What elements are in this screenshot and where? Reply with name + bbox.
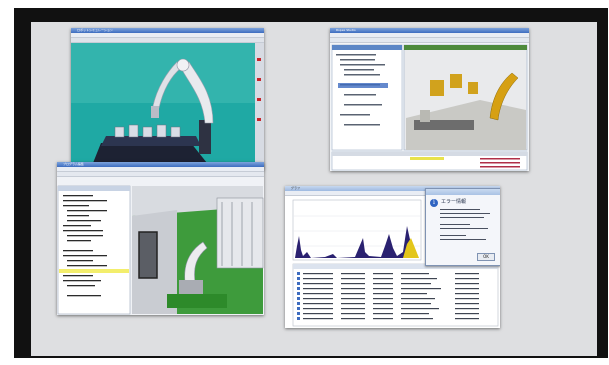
studio-window[interactable]: Ropex Studio bbox=[330, 28, 529, 171]
ok-button[interactable]: OK bbox=[477, 253, 495, 261]
studio-content bbox=[331, 44, 528, 171]
robot-simulation-window[interactable]: ロボットシミュレーション bbox=[71, 28, 264, 170]
error-dialog[interactable]: i エラー情報 OK bbox=[425, 188, 500, 266]
graph-window[interactable]: グラフ i エラー情報 OK bbox=[285, 186, 500, 328]
program-editor-window[interactable]: プログラム編集 bbox=[57, 162, 264, 315]
page: ロボットシミュレーション Ropex Studio プログラム編集 グラフ i … bbox=[0, 0, 609, 365]
editor-content bbox=[57, 185, 264, 315]
robot-scene bbox=[71, 43, 264, 170]
